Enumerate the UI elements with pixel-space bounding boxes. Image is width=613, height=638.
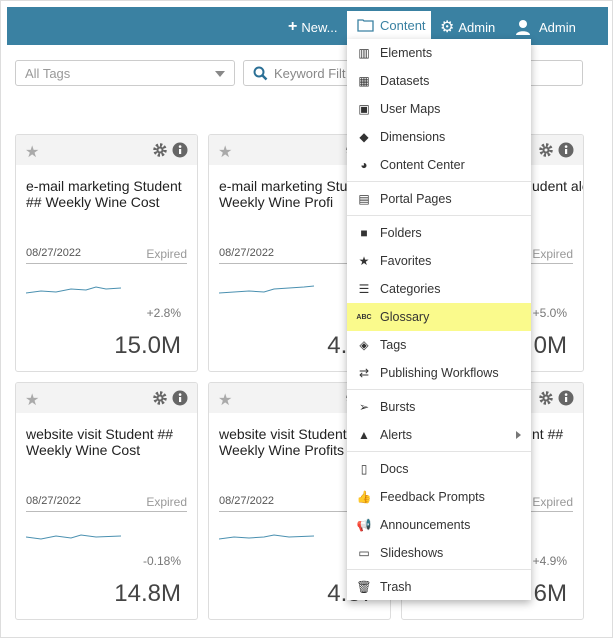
sparkline — [26, 286, 122, 294]
menu-divider — [347, 215, 531, 216]
search-icon — [253, 66, 268, 81]
menu-divider — [347, 569, 531, 570]
content-card[interactable]: ★ e-mail marketing Student ## Weekly Win… — [15, 134, 198, 372]
favorite-star-icon[interactable]: ★ — [25, 390, 39, 410]
new-button[interactable]: + New... — [288, 15, 337, 39]
user-icon — [516, 20, 530, 35]
submenu-arrow-icon — [516, 431, 521, 439]
menu-item-glossary[interactable]: ABC Glossary — [347, 303, 531, 331]
menu-divider — [347, 451, 531, 452]
gear-icon[interactable] — [538, 390, 554, 406]
menu-item-favorites[interactable]: ★ Favorites — [347, 247, 531, 275]
menu-item-announcements[interactable]: 📢 Announcements — [347, 511, 531, 539]
card-status: Expired — [146, 495, 187, 509]
card-date: 08/27/2022 — [219, 495, 275, 507]
card-header: ★ — [16, 383, 197, 413]
folder-icon: ■ — [360, 226, 368, 240]
info-icon[interactable] — [172, 142, 188, 158]
card-value: 15.0M — [114, 332, 181, 359]
info-icon[interactable] — [558, 142, 574, 158]
caret-down-icon — [215, 71, 225, 77]
list-icon: ☰ — [358, 282, 370, 296]
card-title[interactable]: e-mail marketing Student ## Weekly Wine … — [26, 178, 191, 210]
card-header: ★ — [16, 135, 197, 165]
menu-item-content-center[interactable]: ◕ Content Center — [347, 151, 531, 179]
card-status: Expired — [532, 495, 573, 509]
slideshow-icon: ▭ — [358, 546, 370, 560]
gear-icon[interactable] — [152, 390, 168, 406]
favorite-star-icon[interactable]: ★ — [25, 142, 39, 162]
trash-icon: 🗑 — [356, 580, 372, 594]
menu-item-categories[interactable]: ☰ Categories — [347, 275, 531, 303]
menu-item-elements[interactable]: ▥ Elements — [347, 39, 531, 67]
user-menu-button[interactable]: Admin — [515, 15, 576, 39]
menu-item-trash[interactable]: 🗑 Trash — [347, 573, 531, 601]
abc-icon: ABC — [356, 313, 372, 321]
warning-icon: ▲ — [358, 428, 370, 442]
favorite-star-icon[interactable]: ★ — [218, 390, 232, 410]
dashboard-icon: ◕ — [360, 158, 368, 172]
favorite-star-icon[interactable]: ★ — [218, 142, 232, 162]
menu-item-datasets[interactable]: ▦ Datasets — [347, 67, 531, 95]
card-title[interactable]: website visit Student ## Weekly Wine Cos… — [26, 426, 191, 458]
megaphone-icon: 📢 — [356, 518, 372, 532]
card-date: 08/27/2022 — [219, 247, 275, 259]
table-icon: ▦ — [358, 74, 370, 88]
divider — [26, 511, 187, 512]
menu-item-dimensions[interactable]: ◆ Dimensions — [347, 123, 531, 151]
menu-item-tags[interactable]: ◈ Tags — [347, 331, 531, 359]
card-status: Expired — [532, 247, 573, 261]
card-date: 08/27/2022 — [26, 495, 82, 507]
gear-icon[interactable] — [538, 142, 554, 158]
info-icon[interactable] — [558, 390, 574, 406]
content-dropdown-menu: ▥ Elements ▦ Datasets ▣ User Maps ◆ Dimensions ◕… — [347, 39, 531, 600]
card-change: +4.9% — [532, 554, 567, 568]
menu-item-bursts[interactable]: ➢ Bursts — [347, 393, 531, 421]
menu-item-portal-pages[interactable]: ▤ Portal Pages — [347, 185, 531, 213]
sparkline — [219, 285, 315, 294]
paper-plane-icon: ➢ — [358, 400, 370, 414]
card-change: -0.18% — [142, 554, 181, 568]
sparkline — [219, 534, 315, 540]
card-value: 14.8M — [114, 580, 181, 607]
card-title[interactable]: nt ## — [532, 426, 583, 442]
menu-item-docs[interactable]: ▯ Docs — [347, 455, 531, 483]
card-change: +2.8% — [146, 306, 181, 320]
content-menu-button[interactable]: Content — [347, 11, 431, 39]
menu-item-folders[interactable]: ■ Folders — [347, 219, 531, 247]
card-status: Expired — [146, 247, 187, 261]
card-change: +5.0% — [532, 306, 567, 320]
card-title[interactable]: udent ales — [532, 178, 583, 194]
content-card[interactable]: ★ website visit Student ## Weekly Wine C… — [15, 382, 198, 620]
divider — [26, 263, 187, 264]
workflow-icon: ⇄ — [358, 366, 370, 380]
menu-item-user-maps[interactable]: ▣ User Maps — [347, 95, 531, 123]
sparkline — [26, 534, 122, 540]
menu-item-slideshows[interactable]: ▭ Slideshows — [347, 539, 531, 567]
document-icon: ▯ — [360, 462, 368, 476]
tags-icon: ◈ — [359, 338, 369, 352]
plus-icon: + — [288, 18, 298, 35]
menu-divider — [347, 181, 531, 182]
gear-icon[interactable] — [152, 142, 168, 158]
tags-select[interactable]: All Tags — [15, 60, 235, 86]
info-icon[interactable] — [172, 390, 188, 406]
menu-item-publishing-workflows[interactable]: ⇄ Publishing Workflows — [347, 359, 531, 387]
star-icon: ★ — [358, 254, 370, 268]
admin-settings-button[interactable]: ⚙ Admin — [440, 15, 495, 39]
gear-icon: ⚙ — [440, 19, 455, 36]
thumbs-up-icon: 👍 — [356, 490, 372, 504]
user-map-icon: ▣ — [358, 102, 370, 116]
card-value: 0M — [533, 332, 567, 359]
menu-item-alerts[interactable]: ▲ Alerts — [347, 421, 531, 449]
portal-icon: ▤ — [358, 192, 370, 206]
folder-icon — [357, 19, 374, 32]
card-date: 08/27/2022 — [26, 247, 82, 259]
bar-chart-icon: ▥ — [358, 46, 370, 60]
card-value: 6M — [533, 580, 567, 607]
cube-icon: ◆ — [359, 130, 369, 144]
menu-divider — [347, 389, 531, 390]
menu-item-feedback-prompts[interactable]: 👍 Feedback Prompts — [347, 483, 531, 511]
